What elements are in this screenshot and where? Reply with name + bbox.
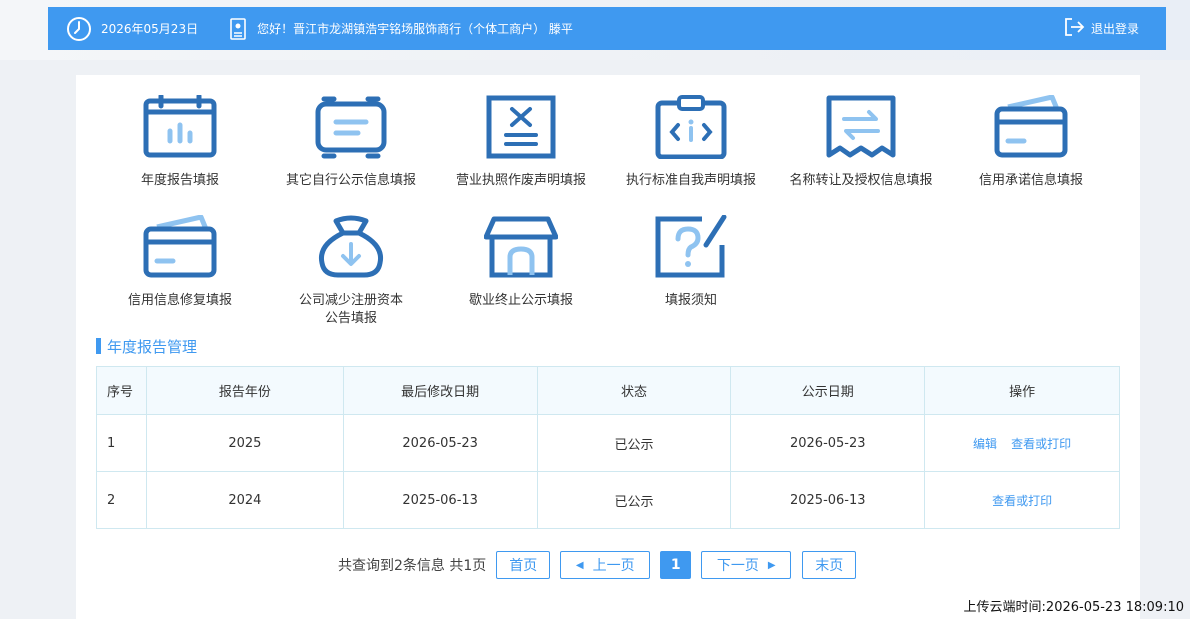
menu-annual-report[interactable]: 年度报告填报 [95,95,265,190]
menu-instructions[interactable]: 填报须知 [606,215,776,310]
section-title: 年度报告管理 [96,337,198,356]
next-page-label: 下一页 [716,558,759,574]
last-page-button[interactable]: 末页 [802,551,857,579]
cell-modified: 2026-05-23 [342,414,538,472]
menu-label: 歇业终止公示填报 [468,293,573,308]
next-page-button[interactable]: 下一页 ▶ [701,551,792,579]
cell-no: 2 [96,471,147,529]
column-header: 状态 [536,366,732,415]
annual-report-table: 序号 报告年份 最后修改日期 状态 公示日期 操作 1 2025 2026-05… [96,366,1120,529]
cell-status: 已公示 [536,414,732,472]
cell-year: 2025 [145,414,344,472]
clock-icon [66,16,92,42]
calendar-chart-icon [143,95,217,158]
chevron-left-icon: ◀ [575,559,584,571]
logout-icon [1063,17,1085,40]
menu-label: 执行标准自我声明填报 [625,173,756,188]
user-card-icon [230,17,248,40]
pagination-info: 共查询到2条信息 共1页 [338,558,487,574]
column-header: 序号 [96,366,147,415]
menu-label-line2: 公告填报 [324,311,377,326]
view-print-link[interactable]: 查看或打印 [992,494,1052,508]
logout-button[interactable]: 退出登录 [1063,7,1139,50]
menu-credit-repair[interactable]: 信用信息修复填报 [95,215,265,310]
table-row: 2 2024 2025-06-13 已公示 2025-06-13 查看或打印 [96,471,1120,529]
prev-page-button[interactable]: ◀ 上一页 [560,551,651,579]
view-print-link[interactable]: 查看或打印 [1011,437,1071,451]
cell-no: 1 [96,414,147,472]
menu-label: 信用承诺信息填报 [978,173,1083,188]
menu-label-line1: 公司减少注册资本 [298,293,403,308]
page-number-button[interactable]: 1 [660,551,692,579]
table-row: 1 2025 2026-05-23 已公示 2026-05-23 编辑 查看或打… [96,414,1120,472]
column-header: 最后修改日期 [342,366,538,415]
cell-public-date: 2025-06-13 [730,471,926,529]
main-panel: 年度报告填报 其它自行公示信息填报 营业执照作废声明填报 执行标准自我声明填报 [76,75,1140,619]
cell-status: 已公示 [536,471,732,529]
menu-label: 信用信息修复填报 [127,293,232,308]
question-note-icon [655,215,727,278]
menu-license-void[interactable]: 营业执照作废声明填报 [436,95,606,190]
cell-actions: 查看或打印 [924,471,1120,529]
current-date: 2026年05月23日 [101,22,199,36]
column-header: 操作 [924,366,1120,415]
menu-standard-declaration[interactable]: 执行标准自我声明填报 [606,95,776,190]
column-header: 报告年份 [145,366,344,415]
document-cancel-icon [486,95,556,159]
store-closed-icon [484,216,558,278]
menu-credit-promise[interactable]: 信用承诺信息填报 [946,95,1116,190]
menu-label: 其它自行公示信息填报 [285,173,416,188]
prev-page-label: 上一页 [592,558,635,574]
section-title-text: 年度报告管理 [107,337,198,356]
menu-label: 填报须知 [664,293,717,308]
menu-label: 公司减少注册资本 公告填报 [266,292,436,328]
top-header-bar: 2026年05月23日 您好！晋江市龙湖镇浩宇铭场服饰商行（个体工商户） 滕平 … [48,7,1166,50]
chevron-right-icon: ▶ [767,559,776,571]
menu-label: 营业执照作废声明填报 [455,173,586,188]
money-bag-icon [318,215,384,278]
pagination: 共查询到2条信息 共1页 首页 ◀ 上一页 1 下一页 ▶ 末页 [338,551,857,579]
cell-year: 2024 [145,471,344,529]
user-greeting: 您好！晋江市龙湖镇浩宇铭场服饰商行（个体工商户） 滕平 [257,22,573,36]
menu-name-transfer[interactable]: 名称转让及授权信息填报 [776,95,946,190]
logout-label: 退出登录 [1090,22,1139,36]
cell-public-date: 2026-05-23 [730,414,926,472]
menu-capital-reduction[interactable]: 公司减少注册资本 公告填报 [266,215,436,328]
transfer-receipt-icon [826,95,896,158]
upload-time: 上传云端时间:2026-05-23 18:09:10 [963,600,1184,615]
edit-link[interactable]: 编辑 [973,437,997,451]
scroll-list-icon [315,96,387,159]
section-title-bar [96,338,101,354]
clipboard-info-icon [655,95,727,159]
menu-label: 年度报告填报 [140,173,219,188]
menu-label: 名称转让及授权信息填报 [789,173,933,188]
menu-business-closure[interactable]: 歇业终止公示填报 [436,215,606,310]
cell-modified: 2025-06-13 [342,471,538,529]
menu-other-disclosure[interactable]: 其它自行公示信息填报 [266,95,436,190]
credit-card-repair-icon [143,215,217,278]
cell-actions: 编辑 查看或打印 [924,414,1120,472]
first-page-button[interactable]: 首页 [496,551,551,579]
column-header: 公示日期 [730,366,926,415]
credit-card-icon [994,95,1068,158]
table-header-row: 序号 报告年份 最后修改日期 状态 公示日期 操作 [96,366,1120,415]
